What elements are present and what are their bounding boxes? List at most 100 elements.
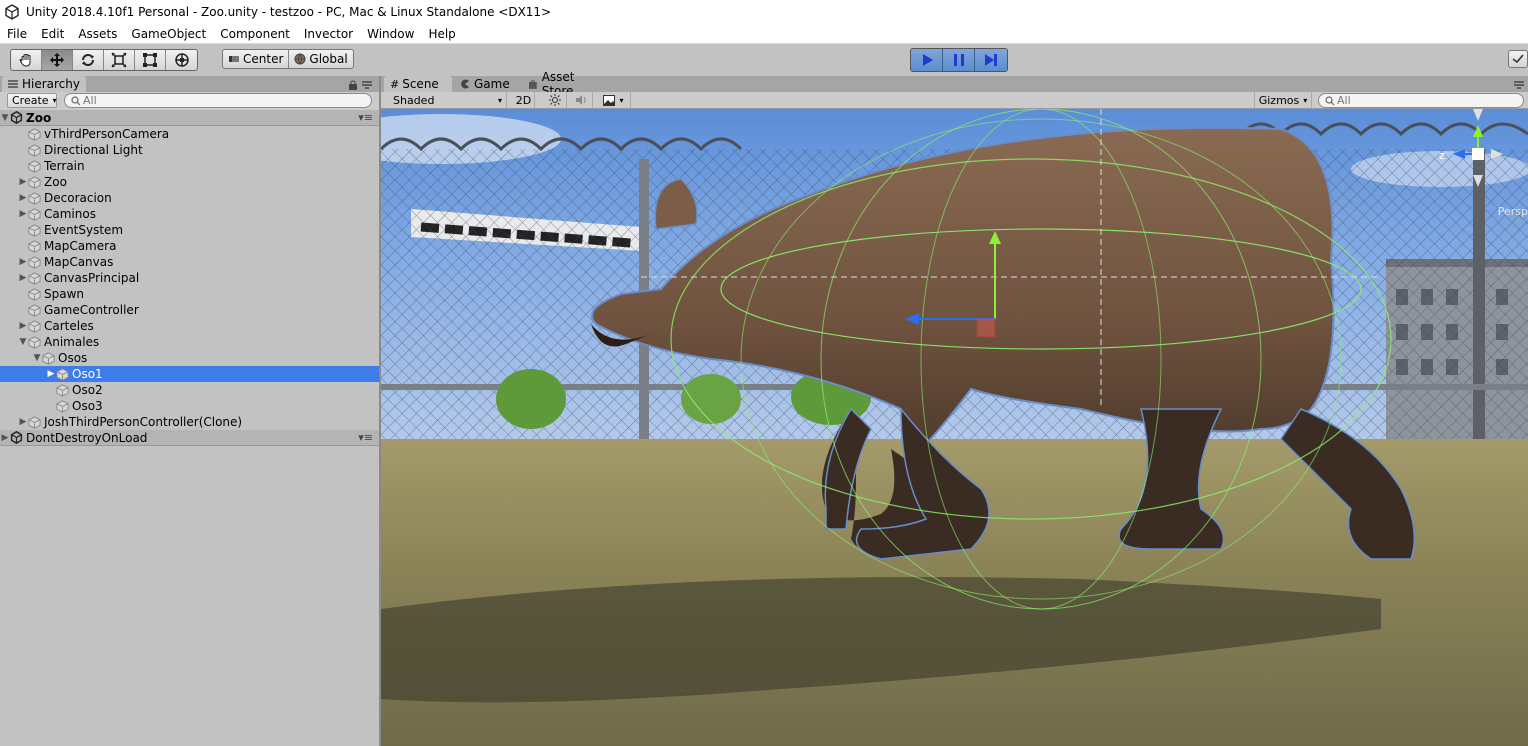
scene-panel: # Scene Game Asset Store Shaded ▾ 2D ▾ G… xyxy=(381,70,1528,746)
hierarchy-item[interactable]: GameController xyxy=(0,302,379,318)
gameobject-cube-icon xyxy=(28,159,41,173)
hierarchy-item[interactable]: ▼ Osos xyxy=(0,350,379,366)
window-title: Unity 2018.4.10f1 Personal - Zoo.unity -… xyxy=(26,5,552,19)
gizmos-dropdown[interactable]: Gizmos ▾ xyxy=(1254,92,1312,108)
panel-menu-icon[interactable] xyxy=(1514,80,1524,90)
gameobject-cube-icon xyxy=(28,335,41,349)
center-icon xyxy=(229,56,239,62)
menu-window[interactable]: Window xyxy=(360,27,421,41)
create-dropdown[interactable]: Create ▾ xyxy=(7,93,57,108)
menu-file[interactable]: File xyxy=(0,27,34,41)
hierarchy-item[interactable]: Directional Light xyxy=(0,142,379,158)
dont-destroy-menu-icon[interactable]: ▾≡ xyxy=(358,431,373,444)
gameobject-cube-icon xyxy=(28,303,41,317)
pivot-global-button[interactable]: Global xyxy=(289,50,352,68)
scene-root-row[interactable]: ▼ Zoo ▾≡ xyxy=(0,110,379,126)
panel-menu-icon[interactable] xyxy=(362,80,372,90)
game-tab-label: Game xyxy=(474,77,510,91)
effects-dropdown[interactable]: ▾ xyxy=(597,92,631,108)
play-button[interactable] xyxy=(911,49,943,71)
scene-viewport[interactable]: z Persp xyxy=(381,109,1528,746)
gameobject-cube-icon xyxy=(56,367,69,381)
hierarchy-item[interactable]: EventSystem xyxy=(0,222,379,238)
hierarchy-item[interactable]: ▶ Decoracion xyxy=(0,190,379,206)
dont-destroy-row[interactable]: ▶ DontDestroyOnLoad ▾≡ xyxy=(0,430,379,446)
menu-edit[interactable]: Edit xyxy=(34,27,71,41)
dropdown-arrow-icon: ▾ xyxy=(497,95,502,105)
hierarchy-item[interactable]: ▼ Animales xyxy=(0,334,379,350)
gameobject-cube-icon xyxy=(28,415,41,429)
expand-arrow-icon[interactable]: ▶ xyxy=(18,254,28,270)
step-button[interactable] xyxy=(975,49,1007,71)
hand-tool-button[interactable] xyxy=(11,50,42,70)
expand-arrow-icon[interactable]: ▼ xyxy=(32,350,42,366)
menu-help[interactable]: Help xyxy=(421,27,462,41)
hierarchy-item-label: Osos xyxy=(58,351,88,365)
hierarchy-item[interactable]: ▶ Zoo xyxy=(0,174,379,190)
unity-scene-icon xyxy=(10,111,23,124)
hierarchy-item[interactable]: ▶ Oso1 xyxy=(0,366,379,382)
transform-tool-button[interactable] xyxy=(166,50,197,70)
rect-tool-button[interactable] xyxy=(135,50,166,70)
lock-icon[interactable] xyxy=(348,80,358,90)
expand-arrow-icon[interactable]: ▶ xyxy=(18,206,28,222)
expand-arrow-icon[interactable]: ▶ xyxy=(18,190,28,206)
expand-arrow-icon[interactable]: ▼ xyxy=(18,334,28,350)
persp-label[interactable]: Persp xyxy=(1498,205,1528,218)
hierarchy-item[interactable]: ▶ MapCanvas xyxy=(0,254,379,270)
grid-icon: # xyxy=(390,77,400,91)
draw-mode-dropdown[interactable]: Shaded ▾ xyxy=(389,92,507,108)
globe-icon xyxy=(294,53,306,65)
menu-assets[interactable]: Assets xyxy=(71,27,124,41)
gameobject-cube-icon xyxy=(28,287,41,301)
gameobject-cube-icon xyxy=(56,383,69,397)
expand-arrow-icon[interactable]: ▶ xyxy=(18,174,28,190)
hierarchy-item-label: Caminos xyxy=(44,207,96,221)
hierarchy-item[interactable]: ▶ Caminos xyxy=(0,206,379,222)
scale-tool-button[interactable] xyxy=(104,50,135,70)
gameobject-cube-icon xyxy=(28,207,41,221)
hierarchy-search-input[interactable]: All xyxy=(64,93,372,108)
hierarchy-item[interactable]: Oso2 xyxy=(0,382,379,398)
expand-arrow-icon[interactable]: ▶ xyxy=(0,430,10,446)
hierarchy-item[interactable]: vThirdPersonCamera xyxy=(0,126,379,142)
pause-button[interactable] xyxy=(943,49,975,71)
hierarchy-item[interactable]: ▶ JoshThirdPersonController(Clone) xyxy=(0,414,379,430)
scale-icon xyxy=(111,52,127,68)
rotate-tool-button[interactable] xyxy=(73,50,104,70)
expand-arrow-icon[interactable]: ▼ xyxy=(0,110,10,126)
hierarchy-item[interactable]: Oso3 xyxy=(0,398,379,414)
scene-search-input[interactable]: All xyxy=(1318,93,1524,108)
cloud-button[interactable] xyxy=(1508,50,1528,68)
menu-invector[interactable]: Invector xyxy=(297,27,360,41)
tab-asset-store[interactable]: Asset Store xyxy=(522,70,614,98)
gameobject-cube-icon xyxy=(42,351,55,365)
tab-hierarchy[interactable]: Hierarchy xyxy=(2,76,86,92)
expand-arrow-icon[interactable]: ▶ xyxy=(18,318,28,334)
tab-game[interactable]: Game xyxy=(454,76,518,92)
tab-scene[interactable]: # Scene xyxy=(384,76,452,92)
hierarchy-item[interactable]: MapCamera xyxy=(0,238,379,254)
dropdown-arrow-icon: ▾ xyxy=(619,95,624,105)
toggle-audio-button[interactable] xyxy=(569,92,593,108)
move-tool-button[interactable] xyxy=(42,50,73,70)
rotate-icon xyxy=(82,54,94,66)
expand-arrow-icon[interactable]: ▶ xyxy=(18,270,28,286)
scene-row-menu-icon[interactable]: ▾≡ xyxy=(358,111,373,124)
gameobject-cube-icon xyxy=(28,175,41,189)
expand-arrow-icon[interactable]: ▶ xyxy=(46,366,56,382)
hierarchy-item[interactable]: ▶ CanvasPrincipal xyxy=(0,270,379,286)
toggle-lighting-button[interactable] xyxy=(543,92,567,108)
hierarchy-item[interactable]: Terrain xyxy=(0,158,379,174)
hierarchy-item[interactable]: ▶ Carteles xyxy=(0,318,379,334)
expand-arrow-icon[interactable]: ▶ xyxy=(18,414,28,430)
pivot-center-button[interactable]: Center xyxy=(223,50,290,68)
hierarchy-item[interactable]: Spawn xyxy=(0,286,379,302)
menu-gameobject[interactable]: GameObject xyxy=(124,27,213,41)
toggle-2d-button[interactable]: 2D xyxy=(513,92,535,108)
menu-component[interactable]: Component xyxy=(213,27,297,41)
